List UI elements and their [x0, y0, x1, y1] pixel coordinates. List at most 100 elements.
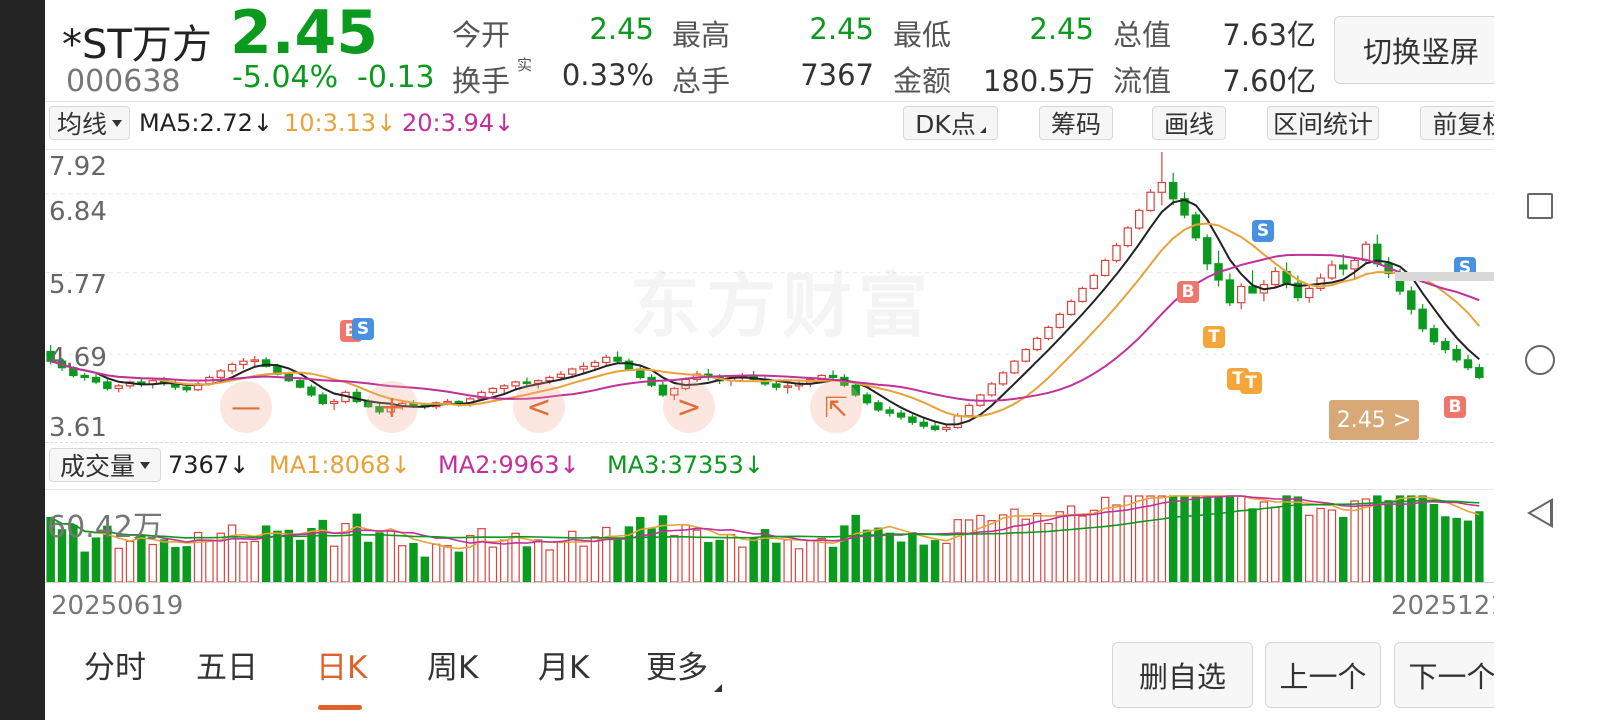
candle-up [329, 400, 339, 405]
volume-bar-down [1384, 500, 1393, 582]
buy-marker[interactable]: B [1177, 281, 1199, 303]
low-value: 2.45 [1029, 12, 1094, 46]
candle-down [318, 394, 328, 405]
current-price: 2.45 [230, 0, 379, 68]
high-value: 2.45 [809, 12, 874, 46]
chips-button[interactable]: 筹码 [1039, 106, 1113, 140]
volume-bar-down [862, 529, 872, 582]
volume-bar-down [1475, 511, 1484, 582]
volume-indicator-select[interactable]: 成交量 [49, 448, 161, 482]
volume-bar-down [171, 546, 180, 582]
candle-down [1418, 308, 1427, 330]
high-label: 最高 [672, 18, 731, 52]
candle-up [1134, 209, 1144, 229]
volume-bar-up [545, 549, 554, 582]
amount-value: 180.5万 [982, 64, 1095, 98]
remove-watchlist-button[interactable]: 删自选 [1112, 642, 1253, 708]
volume-bar-up [431, 543, 441, 582]
interval-stats-button[interactable]: 区间统计 [1267, 106, 1379, 140]
recents-button[interactable] [1510, 176, 1570, 236]
volume-bar-down [919, 544, 928, 582]
volume-bar-up [1066, 505, 1076, 582]
volume-bar-up [227, 524, 237, 582]
system-nav-bar [1494, 0, 1600, 720]
watermark-logo: 东方财富 [630, 250, 934, 351]
dk-point-button[interactable]: DK点 [903, 106, 998, 140]
volume-bar-up [602, 526, 611, 582]
volume-bar-down [908, 532, 917, 582]
candle-up [1123, 227, 1133, 247]
volume-bar-down [1180, 495, 1189, 582]
volume-bar-down [1202, 495, 1212, 582]
candle-up [1112, 244, 1121, 262]
candle-up [1236, 285, 1246, 304]
volume-bar-down [828, 546, 838, 582]
tab-weekly-k[interactable]: 周K [427, 642, 478, 687]
volume-bar-up [1089, 509, 1099, 582]
draw-line-button[interactable]: 画线 [1152, 106, 1226, 140]
zoom-in-button[interactable]: + [366, 381, 418, 433]
open-value: 2.45 [589, 12, 654, 46]
zoom-out-button[interactable]: — [220, 381, 272, 433]
tab-monthly-k[interactable]: 月K [538, 642, 589, 687]
volume-bar-down [159, 539, 169, 582]
candle-up [216, 370, 225, 379]
jump-start-button[interactable]: ⇱ [810, 381, 862, 433]
candle-up [783, 385, 792, 388]
scroll-left-button[interactable]: < [513, 381, 565, 433]
sell-marker[interactable]: S [1252, 220, 1274, 242]
volume-bar-down [1395, 495, 1405, 582]
turnover-value: 0.33% [561, 58, 654, 92]
volume-bar-down [295, 539, 305, 582]
t-marker[interactable]: T [1240, 372, 1262, 394]
candle-up [1066, 300, 1076, 316]
tab-more[interactable]: 更多 [646, 642, 708, 687]
volume-bar-up [534, 539, 543, 582]
candle-up [942, 426, 951, 431]
volume-bar-down [1191, 495, 1201, 582]
sell-marker[interactable]: S [352, 318, 374, 340]
latest-price-tag[interactable]: 2.45 > [1329, 400, 1419, 440]
change-amount: -0.13 [357, 60, 435, 95]
next-stock-button[interactable]: 下一个 [1394, 642, 1510, 708]
volume-bar-down [1225, 495, 1235, 582]
candle-down [182, 386, 191, 391]
y-label-4: 4.69 [49, 343, 107, 373]
volume-bar-down [1168, 495, 1178, 582]
volume-bar-up [1236, 495, 1246, 582]
volume-bar-down [613, 538, 622, 582]
candle-up [987, 383, 997, 396]
tab-daily-k[interactable]: 日K [316, 642, 367, 687]
volume-bar-down [896, 541, 906, 582]
candle-up [250, 359, 259, 362]
volume-bar-up [1055, 511, 1065, 582]
volume-bar-up [329, 545, 339, 582]
candle-up [1327, 264, 1337, 279]
square-icon [1527, 193, 1553, 219]
volume-bar-up [964, 519, 974, 582]
scroll-right-button[interactable]: > [663, 381, 715, 433]
candle-up [1100, 259, 1110, 277]
previous-stock-button[interactable]: 上一个 [1265, 642, 1381, 708]
indicator-select[interactable]: 均线 [49, 106, 130, 140]
volume-bar-up [1112, 504, 1121, 582]
back-button[interactable] [1510, 483, 1570, 543]
volume-bar-down [1214, 495, 1223, 582]
volume-bar-up [1078, 515, 1087, 582]
volume-bar-down [840, 525, 849, 582]
candle-up [227, 363, 237, 372]
volume-bar-down [636, 517, 645, 582]
volume-bar-up [148, 543, 157, 582]
volume-bar-down [409, 542, 418, 582]
tab-intraday[interactable]: 分时 [84, 642, 146, 687]
float-cap-label: 流值 [1113, 64, 1172, 98]
buy-marker[interactable]: B [1444, 396, 1466, 418]
volume-bar-up [488, 546, 498, 582]
tab-five-day[interactable]: 五日 [196, 642, 258, 687]
t-marker[interactable]: T [1203, 326, 1225, 348]
volume-bar-down [363, 541, 373, 582]
volume-bar-up [250, 540, 259, 582]
volume-chart[interactable] [45, 489, 1523, 583]
switch-portrait-button[interactable]: 切换竖屏 [1334, 16, 1508, 84]
home-button[interactable] [1510, 330, 1570, 390]
